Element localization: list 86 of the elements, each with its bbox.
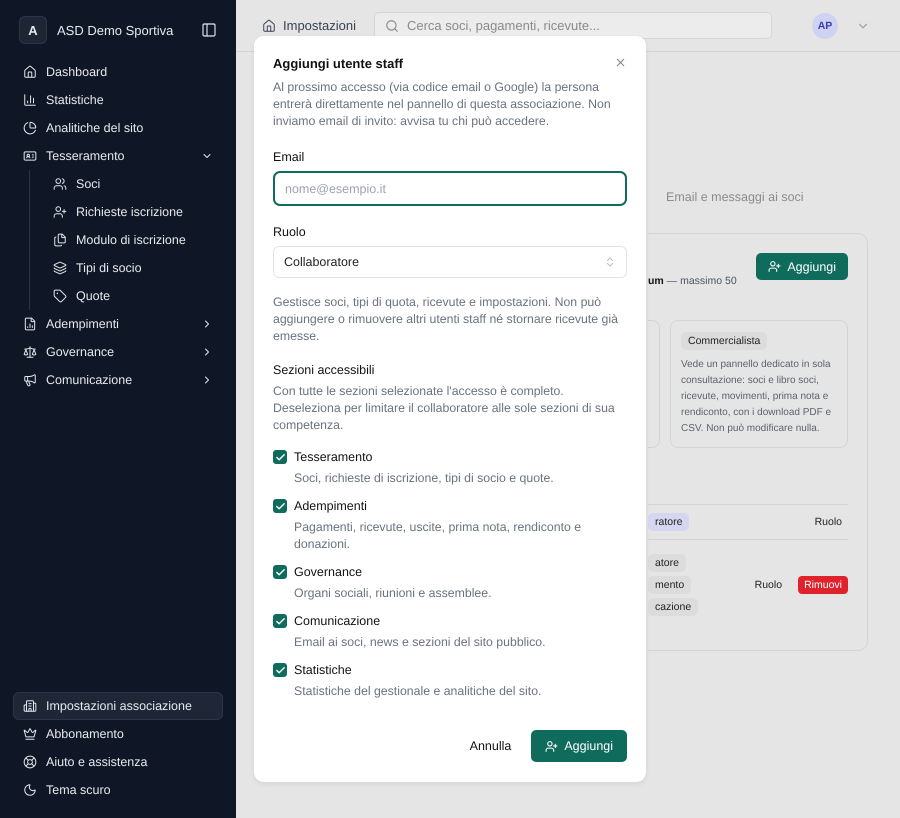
sidebar-toggle-icon[interactable] xyxy=(201,22,217,38)
checkbox[interactable] xyxy=(273,499,287,513)
checkbox[interactable] xyxy=(273,614,287,628)
sidebar-item-icon xyxy=(23,93,37,107)
confirm-button[interactable]: Aggiungi xyxy=(531,730,627,762)
sidebar-item[interactable]: Tema scuro xyxy=(13,776,223,804)
checkbox-description: Soci, richieste di iscrizione, tipi di socio e quote. xyxy=(294,470,555,487)
sidebar-item-icon xyxy=(53,261,67,275)
sidebar-item-icon xyxy=(23,783,37,797)
close-icon xyxy=(614,56,627,69)
sidebar-item-icon xyxy=(23,149,37,163)
remove-button[interactable]: Rimuovi xyxy=(798,576,848,594)
user-avatar[interactable]: AP xyxy=(812,12,838,38)
field-label: Ruolo xyxy=(273,225,307,239)
sidebar-item-icon xyxy=(23,755,37,769)
checkbox-description: Statistiche del gestionale e analitiche del sito. xyxy=(294,683,542,700)
brand-name: ASD Demo Sportiva xyxy=(57,22,174,38)
section-title: Sezioni accessibili xyxy=(273,363,376,377)
sidebar-item-icon xyxy=(23,121,37,135)
email-field[interactable]: nome@esempio.it xyxy=(273,171,627,206)
sidebar-item-icon xyxy=(23,373,37,387)
close-button[interactable] xyxy=(614,56,627,69)
sidebar-item[interactable]: Impostazioni associazione xyxy=(13,692,223,720)
sidebar-item-icon xyxy=(23,65,37,79)
sidebar-item[interactable]: Dashboard xyxy=(13,58,223,86)
search-icon xyxy=(384,18,399,32)
sidebar-item-icon xyxy=(23,699,37,713)
dialog-title: Aggiungi utente staff xyxy=(273,56,403,71)
sidebar-subitem[interactable]: Tipi di socio xyxy=(43,254,223,282)
checkbox-label: Adempimenti xyxy=(294,499,367,513)
sidebar-item[interactable]: Governance xyxy=(13,338,223,366)
sidebar-item-icon xyxy=(23,727,37,741)
sidebar-subitem[interactable]: Soci xyxy=(43,170,223,198)
role-button[interactable]: Ruolo xyxy=(808,513,848,531)
chevrons-icon xyxy=(604,256,616,268)
field-label: Email xyxy=(273,150,306,164)
role-tag: Commercialista xyxy=(681,332,768,350)
sidebar-item-icon xyxy=(53,177,67,191)
check-icon xyxy=(274,616,286,626)
sidebar-item-icon xyxy=(53,233,67,247)
checkbox-label: Governance xyxy=(294,565,362,579)
add-button[interactable]: Aggiungi xyxy=(756,253,848,280)
role-tag: mento xyxy=(648,576,692,594)
breadcrumb[interactable]: Impostazioni xyxy=(283,18,356,33)
checkbox-description: Pagamenti, ricevute, uscite, prima nota, rendiconto e donazioni. xyxy=(294,519,582,553)
user-plus-icon xyxy=(545,740,558,752)
checkbox-description: Organi sociali, riunioni e assemblee. xyxy=(294,585,493,602)
check-icon xyxy=(274,500,286,512)
checkbox[interactable] xyxy=(273,450,287,464)
brand-logo: A xyxy=(19,16,47,44)
checkbox-label: Comunicazione xyxy=(294,614,380,628)
sidebar-item-icon xyxy=(53,289,67,303)
sidebar-item-icon xyxy=(23,345,37,359)
sidebar-item[interactable]: Aiuto e assistenza xyxy=(13,748,223,776)
sidebar-item[interactable]: Comunicazione xyxy=(13,366,223,394)
checkbox-label: Tesseramento xyxy=(294,450,373,464)
role-description: Vede un pannello dedicato in sola consultazione: soci e libro soci, ricevute, movimenti, prima nota e rendiconto, con i download PDF e CSV. Non può modificare nulla. xyxy=(681,358,832,436)
sidebar-item-icon xyxy=(23,317,37,331)
user-plus-icon xyxy=(768,260,782,273)
sidebar-item[interactable]: Analitiche del sito xyxy=(13,114,223,142)
checkbox[interactable] xyxy=(273,663,287,677)
sidebar-item[interactable]: Statistiche xyxy=(13,86,223,114)
check-icon xyxy=(274,566,286,578)
check-icon xyxy=(274,452,286,462)
sidebar-subitem[interactable]: Modulo di iscrizione xyxy=(43,226,223,254)
section-description: Con tutte le sezioni selezionate l'accesso è completo. Deseleziona per limitare il collaboratore alle sole sezioni di sua competenza. xyxy=(273,383,616,434)
role-select[interactable]: Collaboratore xyxy=(273,246,627,278)
sidebar-item[interactable]: Abbonamento xyxy=(13,720,223,748)
sidebar-subitem[interactable]: Richieste iscrizione xyxy=(43,198,223,226)
sidebar-item-icon xyxy=(53,205,67,219)
dialog-intro: Al prossimo accesso (via codice email o Google) la persona entrerà direttamente nel pannello di questa associazione. Non inviamo email di invito: avvisa tu chi può accedere. xyxy=(273,79,612,130)
check-icon xyxy=(274,664,286,676)
staff-limit: um — massimo 50 xyxy=(648,275,738,287)
checkbox-description: Email ai soci, news e sezioni del sito pubblico. xyxy=(294,634,547,651)
role-tag: cazione xyxy=(648,598,698,616)
role-button[interactable]: Ruolo xyxy=(748,576,788,594)
home-icon xyxy=(262,18,276,32)
checkbox-label: Statistiche xyxy=(294,663,352,677)
role-tag: ratore xyxy=(648,513,690,531)
role-tag: atore xyxy=(648,554,686,572)
cancel-button[interactable]: Annulla xyxy=(462,731,520,761)
sidebar-subitem[interactable]: Quote xyxy=(43,282,223,310)
checkbox[interactable] xyxy=(273,565,287,579)
sidebar-item[interactable]: Tesseramento xyxy=(13,142,223,170)
sidebar-item[interactable]: Adempimenti xyxy=(13,310,223,338)
role-description: Gestisce soci, tipi di quota, ricevute e impostazioni. Non può aggiungere o rimuovere altri utenti staff né stornare ricevute già emesse. xyxy=(273,294,619,345)
